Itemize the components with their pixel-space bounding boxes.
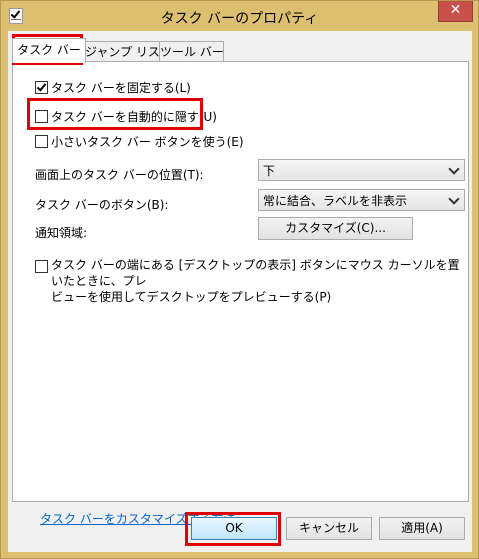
close-button[interactable]: ✕: [438, 1, 473, 22]
small-buttons-label: 小さいタスク バー ボタンを使う(E): [51, 135, 244, 149]
location-dropdown[interactable]: 下: [258, 159, 465, 181]
location-label: 画面上のタスク バーの位置(T):: [35, 168, 204, 182]
tab-toolbars[interactable]: ツール バー: [159, 41, 224, 62]
peek-option[interactable]: タスク バーの端にある [デスクトップの表示] ボタンにマウス カーソルを置いた…: [35, 257, 468, 305]
taskbar-buttons-label: タスク バーのボタン(B):: [35, 198, 169, 212]
chevron-down-icon: [448, 193, 460, 205]
lock-taskbar-label: タスク バーを固定する(L): [51, 81, 191, 95]
dialog-window: タスク バーのプロパティ ✕ タスク バー ジャンプ リスト ツール バー タス…: [0, 0, 479, 559]
peek-checkbox[interactable]: [35, 260, 48, 273]
auto-hide-checkbox[interactable]: [35, 110, 48, 123]
dialog-client: タスク バー ジャンプ リスト ツール バー タスク バーを固定する(L) タス…: [8, 31, 472, 552]
peek-label-line-1: タスク バーの端にある [デスクトップの表示] ボタンにマウス カーソルを置いた…: [51, 258, 460, 288]
auto-hide-label: タスク バーを自動的に隠す(U): [51, 110, 217, 124]
tab-jump-list[interactable]: ジャンプ リスト: [84, 41, 172, 62]
tab-taskbar[interactable]: タスク バー: [12, 38, 86, 63]
small-buttons-option[interactable]: 小さいタスク バー ボタンを使う(E): [35, 133, 244, 150]
customize-button[interactable]: カスタマイズ(C)...: [258, 217, 413, 240]
taskbar-buttons-value: 常に結合、ラベルを非表示: [263, 194, 408, 208]
taskbar-tab-panel: タスク バーを固定する(L) タスク バーを自動的に隠す(U) 小さいタスク バ…: [12, 61, 469, 526]
small-buttons-checkbox[interactable]: [35, 135, 48, 148]
cancel-button[interactable]: キャンセル: [286, 517, 372, 540]
title-bar[interactable]: タスク バーのプロパティ ✕: [1, 1, 478, 31]
lock-taskbar-option[interactable]: タスク バーを固定する(L): [35, 79, 191, 96]
taskbar-buttons-dropdown[interactable]: 常に結合、ラベルを非表示: [258, 189, 465, 211]
location-value: 下: [263, 164, 276, 178]
auto-hide-option[interactable]: タスク バーを自動的に隠す(U): [35, 108, 217, 125]
ok-button[interactable]: OK: [191, 517, 277, 540]
window-title: タスク バーのプロパティ: [160, 11, 319, 27]
apply-button[interactable]: 適用(A): [379, 517, 465, 540]
peek-label: タスク バーの端にある [デスクトップの表示] ボタンにマウス カーソルを置いた…: [51, 257, 468, 305]
lock-taskbar-checkbox[interactable]: [35, 81, 48, 94]
peek-label-line-2: ビューを使用してデスクトップをプレビューする(P): [51, 290, 332, 304]
chevron-down-icon: [448, 163, 460, 175]
notification-area-label: 通知領域:: [35, 226, 88, 240]
